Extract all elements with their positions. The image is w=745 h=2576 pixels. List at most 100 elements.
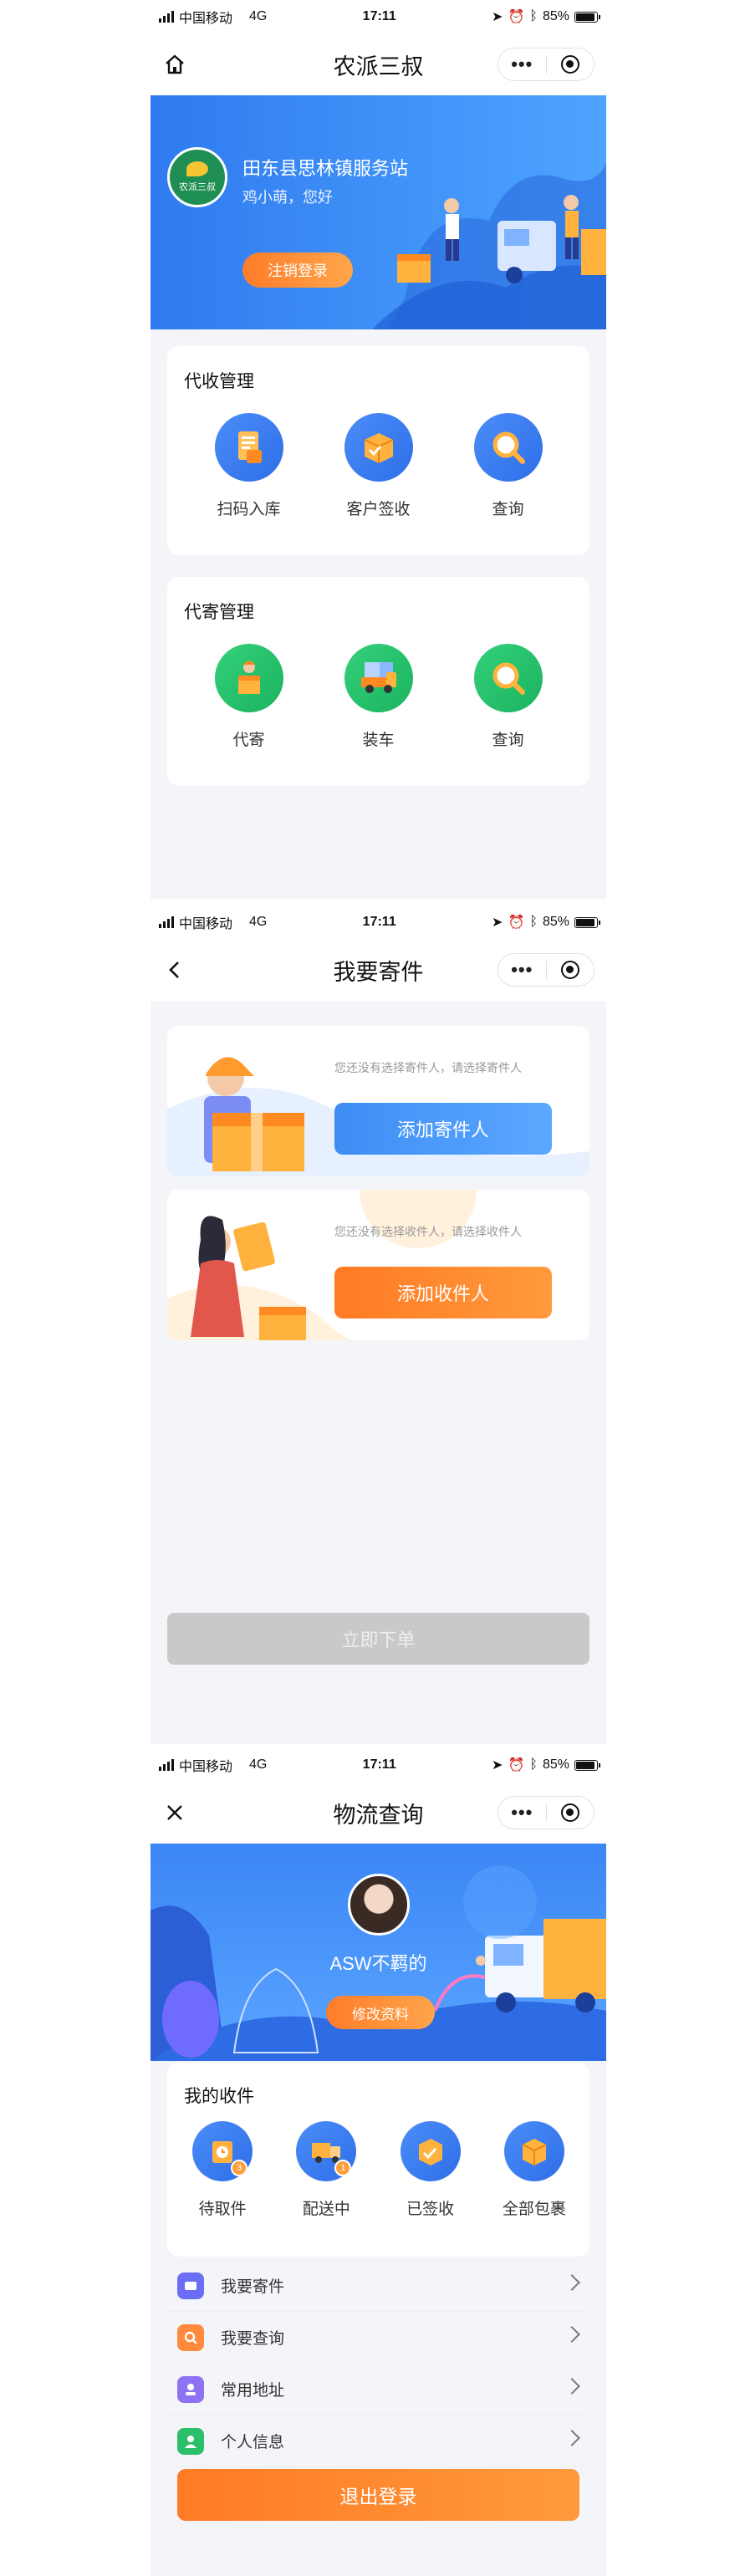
menu-item-send[interactable]: 我要寄件	[167, 2260, 589, 2312]
receiver-hint: 您还没有选择收件人，请选择收件人	[334, 1225, 522, 1238]
signed-package-icon	[400, 2121, 461, 2181]
all-packages-button[interactable]: 全部包裹	[484, 2121, 584, 2219]
battery-icon	[574, 916, 600, 928]
delivery-count-badge: 1	[334, 2160, 352, 2176]
chevron-right-icon	[564, 2274, 580, 2291]
icon-label: 扫码入库	[217, 501, 281, 518]
sender-card: 您还没有选择寄件人，请选择寄件人 添加寄件人	[167, 1026, 589, 1176]
more-icon[interactable]: •••	[498, 54, 546, 75]
battery-percent: 85%	[542, 915, 569, 929]
signal-icon	[159, 11, 174, 23]
truck-loading-icon	[344, 644, 413, 712]
location-icon: ➤	[492, 10, 503, 24]
card-title: 我的收件	[184, 2087, 254, 2106]
all-packages-icon	[503, 2121, 564, 2181]
more-icon[interactable]: •••	[498, 959, 546, 981]
screen-logistics-query: 中国移动 4G 17:11 ➤ ⏰ ᛒ 85% 物流查询 ••• ASW不羁的 …	[151, 1748, 606, 2576]
menu-label: 我要寄件	[221, 2278, 285, 2296]
place-order-button[interactable]: 立即下单	[167, 1613, 589, 1665]
signed-button[interactable]: 已签收	[380, 2121, 481, 2219]
alarm-icon: ⏰	[508, 1758, 525, 1773]
logout-button[interactable]: 退出登录	[177, 2469, 579, 2521]
icon-label: 全部包裹	[502, 2201, 566, 2218]
to-pickup-button[interactable]: 3 待取件	[172, 2121, 273, 2219]
magnifier-icon	[473, 644, 543, 712]
alarm-icon: ⏰	[508, 10, 525, 24]
search-icon	[177, 2324, 204, 2351]
icon-label: 代寄	[232, 732, 265, 749]
close-mini-program-icon[interactable]	[547, 55, 594, 74]
chevron-right-icon	[564, 2378, 580, 2395]
scan-document-icon	[214, 413, 283, 482]
avatar[interactable]	[348, 1874, 410, 1936]
send-on-behalf-button[interactable]: 代寄	[199, 644, 299, 750]
icon-label: 查询	[492, 732, 524, 749]
station-name: 田东县思林镇服务站	[242, 158, 409, 179]
icon-label: 查询	[492, 501, 524, 518]
menu-item-query[interactable]: 我要查询	[167, 2312, 589, 2364]
battery-icon	[574, 11, 600, 23]
logo-text: 农派三叔	[179, 182, 216, 192]
page-title: 农派三叔	[333, 54, 424, 79]
screen-send-parcel: 中国移动 4G 17:11 ➤ ⏰ ᛒ 85% 我要寄件 ••• 您还没有选择寄…	[151, 905, 606, 1744]
collect-query-button[interactable]: 查询	[458, 413, 559, 519]
home-icon[interactable]	[162, 52, 187, 77]
send-query-button[interactable]: 查询	[458, 644, 559, 750]
status-bar: 中国移动 4G 17:11 ➤ ⏰ ᛒ 85%	[151, 1748, 606, 1782]
menu-item-profile[interactable]: 个人信息	[167, 2415, 589, 2467]
add-receiver-button[interactable]: 添加收件人	[334, 1267, 552, 1319]
clock: 17:11	[362, 9, 396, 23]
icon-label: 待取件	[198, 2201, 247, 2218]
page-title: 我要寄件	[333, 959, 424, 985]
network-label: 4G	[249, 1757, 268, 1772]
location-icon: ➤	[492, 1758, 503, 1773]
sender-hint: 您还没有选择寄件人，请选择寄件人	[334, 1061, 522, 1074]
signal-icon	[159, 1759, 174, 1771]
icon-label: 配送中	[302, 2201, 350, 2218]
icon-label: 装车	[362, 732, 395, 749]
my-parcels-card: 我的收件 3 待取件 1 配送中 已签收 全部包裹	[167, 2063, 589, 2257]
magnifier-icon	[473, 413, 543, 482]
chevron-right-icon	[564, 2326, 580, 2343]
mini-program-capsule: •••	[498, 1796, 594, 1829]
carrier-label: 中国移动	[179, 917, 233, 931]
delivery-truck-icon: 1	[296, 2121, 357, 2181]
load-truck-button[interactable]: 装车	[329, 644, 429, 750]
scan-in-button[interactable]: 扫码入库	[199, 413, 299, 519]
logout-button[interactable]: 注销登录	[242, 252, 353, 288]
screen-home: 中国移动 4G 17:11 ➤ ⏰ ᛒ 85% 农派三叔 ••• 农派三叔 田东…	[151, 0, 606, 899]
package-signed-icon	[344, 413, 413, 482]
close-mini-program-icon[interactable]	[547, 961, 594, 979]
close-icon[interactable]	[162, 1800, 187, 1825]
station-banner: 农派三叔 田东县思林镇服务站 鸡小萌，您好 注销登录	[151, 95, 606, 329]
icon-label: 已签收	[406, 2201, 455, 2218]
in-delivery-button[interactable]: 1 配送中	[276, 2121, 376, 2219]
back-icon[interactable]	[162, 957, 187, 982]
nav-bar: 物流查询 •••	[151, 1782, 606, 1844]
battery-percent: 85%	[542, 9, 569, 23]
courier-package-icon	[214, 644, 283, 712]
menu-label: 常用地址	[221, 2382, 285, 2400]
pickup-count-badge: 3	[231, 2160, 248, 2176]
address-icon	[177, 2375, 204, 2403]
customer-sign-button[interactable]: 客户签收	[329, 413, 429, 519]
status-bar: 中国移动 4G 17:11 ➤ ⏰ ᛒ 85%	[151, 905, 606, 939]
profile-banner: ASW不羁的 修改资料	[151, 1844, 606, 2061]
bluetooth-icon: ᛒ	[529, 1757, 538, 1772]
close-mini-program-icon[interactable]	[547, 1803, 594, 1822]
menu-label: 我要查询	[221, 2330, 285, 2348]
battery-percent: 85%	[542, 1757, 569, 1772]
receiver-card: 您还没有选择收件人，请选择收件人 添加收件人	[167, 1190, 589, 1340]
network-label: 4G	[249, 915, 268, 929]
signal-icon	[159, 916, 174, 928]
carrier-label: 中国移动	[179, 1760, 233, 1774]
more-icon[interactable]: •••	[498, 1802, 546, 1824]
icon-label: 客户签收	[346, 501, 411, 518]
pickup-package-icon: 3	[192, 2121, 253, 2181]
location-icon: ➤	[492, 916, 503, 930]
add-sender-button[interactable]: 添加寄件人	[334, 1103, 552, 1155]
network-label: 4G	[249, 9, 268, 23]
edit-profile-button[interactable]: 修改资料	[326, 1996, 435, 2029]
menu-item-address[interactable]: 常用地址	[167, 2364, 589, 2415]
status-bar: 中国移动 4G 17:11 ➤ ⏰ ᛒ 85%	[151, 0, 606, 33]
